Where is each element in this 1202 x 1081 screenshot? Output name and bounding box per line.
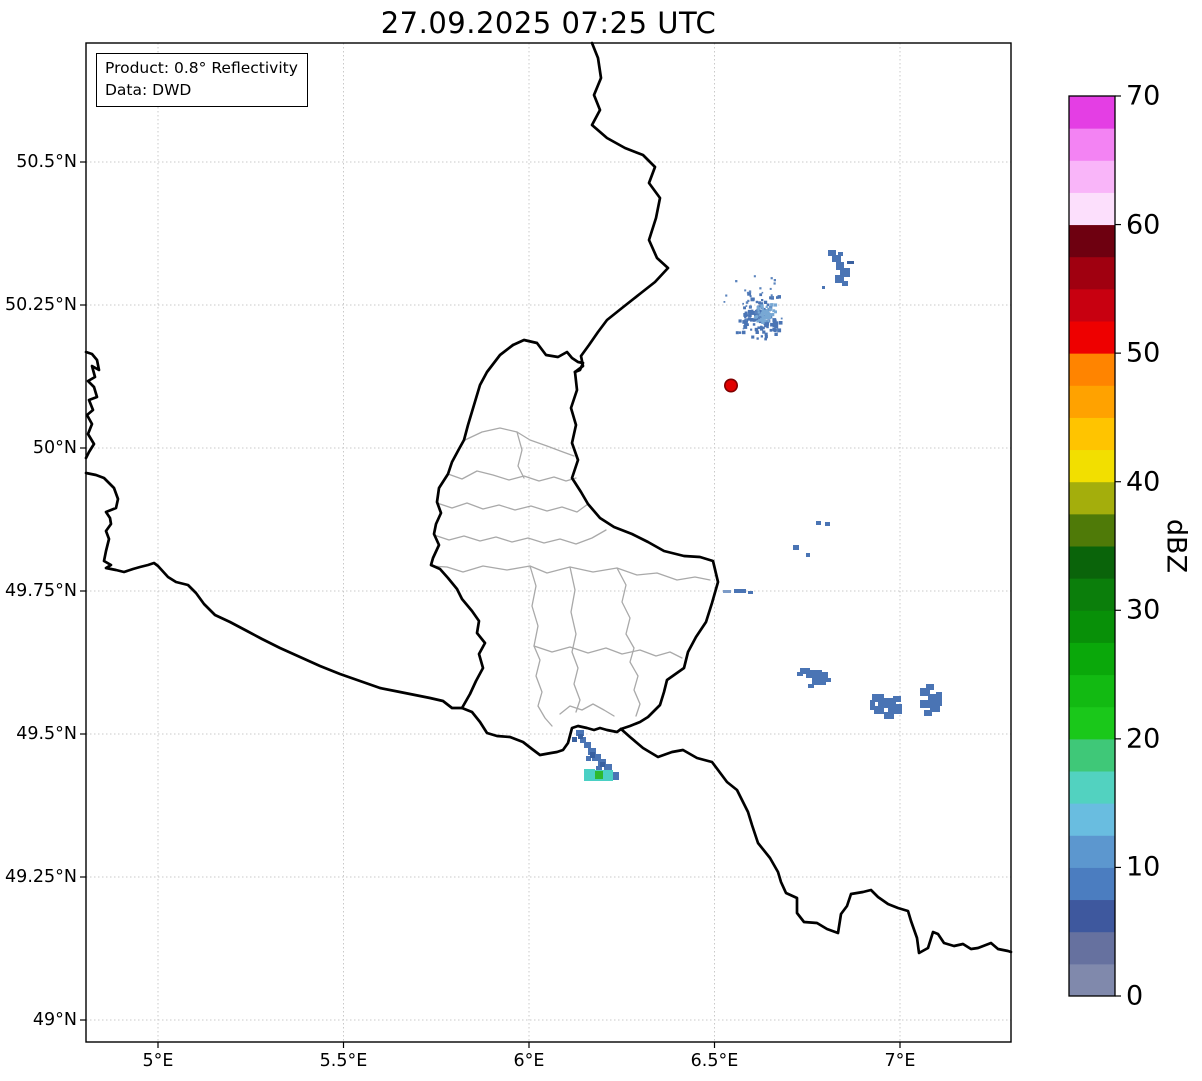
colorbar-tick-label: 30 bbox=[1126, 594, 1161, 626]
lon-tick-label: 7°E bbox=[884, 1051, 916, 1071]
lat-tick-label: 49.25°N bbox=[5, 867, 77, 887]
colorbar-tick-label: 40 bbox=[1126, 466, 1161, 498]
lon-tick-label: 6°E bbox=[513, 1051, 545, 1071]
lat-tick-label: 50.25°N bbox=[5, 295, 77, 315]
colorbar-tick-label: 0 bbox=[1126, 980, 1144, 1012]
colorbar bbox=[1068, 95, 1121, 997]
radar-map-figure: 27.09.2025 07:25 UTC Product: 0.8° Refle… bbox=[0, 0, 1202, 1081]
lat-tick-label: 50.5°N bbox=[16, 152, 77, 172]
colorbar-tick-label: 10 bbox=[1126, 851, 1161, 883]
lat-tick-label: 49.75°N bbox=[5, 581, 77, 601]
lat-tick-label: 49.5°N bbox=[16, 724, 77, 744]
product-info-box: Product: 0.8° Reflectivity Data: DWD bbox=[96, 53, 308, 107]
colorbar-tick-label: 20 bbox=[1126, 723, 1161, 755]
colorbar-tick-label: 70 bbox=[1126, 80, 1161, 112]
lon-tick-label: 5.5°E bbox=[319, 1051, 368, 1071]
radar-site-marker bbox=[723, 378, 738, 393]
axis-ticks bbox=[80, 161, 901, 1048]
colorbar-tick-label: 50 bbox=[1126, 337, 1161, 369]
radar-echoes bbox=[572, 250, 942, 781]
colorbar-unit-label: dBZ bbox=[1160, 518, 1192, 574]
lat-tick-label: 49°N bbox=[32, 1010, 77, 1030]
product-info-line1: Product: 0.8° Reflectivity bbox=[105, 59, 298, 77]
canton-borders bbox=[430, 427, 711, 727]
product-info-line2: Data: DWD bbox=[105, 81, 192, 99]
lon-tick-label: 6.5°E bbox=[690, 1051, 739, 1071]
lon-tick-label: 5°E bbox=[142, 1051, 174, 1071]
lat-tick-label: 50°N bbox=[32, 438, 77, 458]
colorbar-tick-label: 60 bbox=[1126, 209, 1161, 241]
country-borders bbox=[84, 41, 1013, 955]
map-plot-area bbox=[80, 41, 1121, 1048]
